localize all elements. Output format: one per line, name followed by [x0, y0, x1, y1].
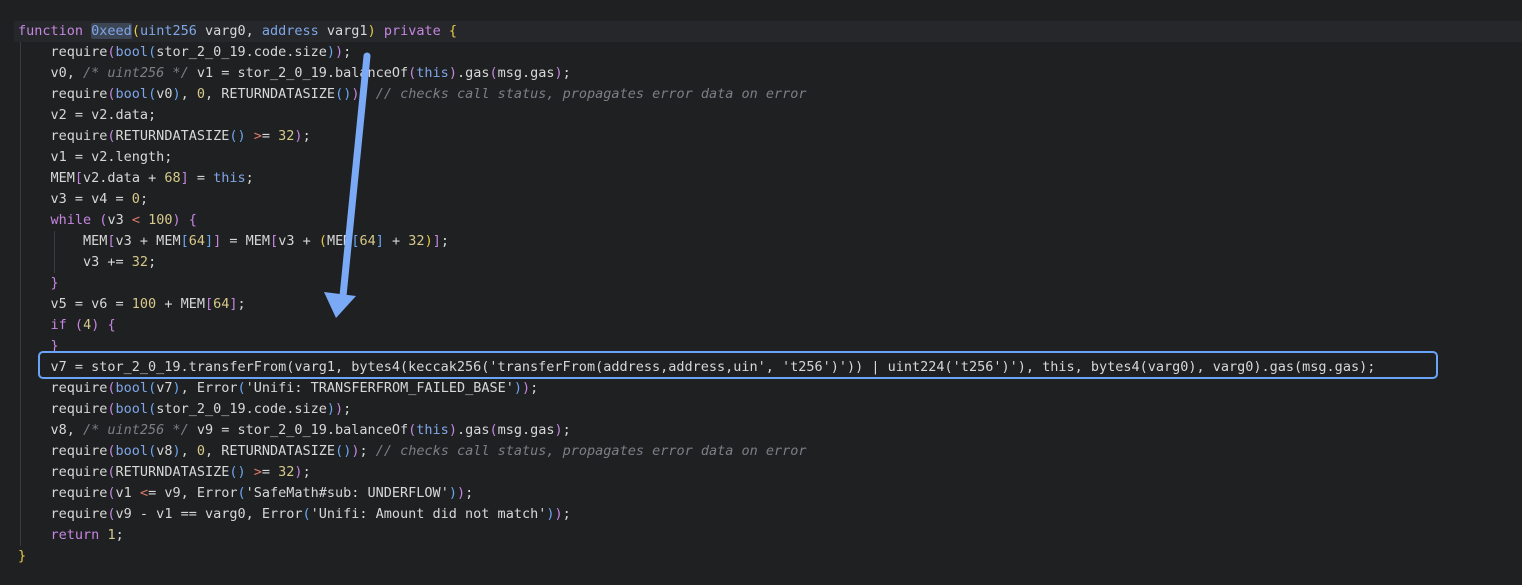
arrow-down-icon — [324, 52, 371, 318]
code-editor[interactable]: function 0xeed(uint256 varg0, address va… — [0, 0, 1522, 585]
